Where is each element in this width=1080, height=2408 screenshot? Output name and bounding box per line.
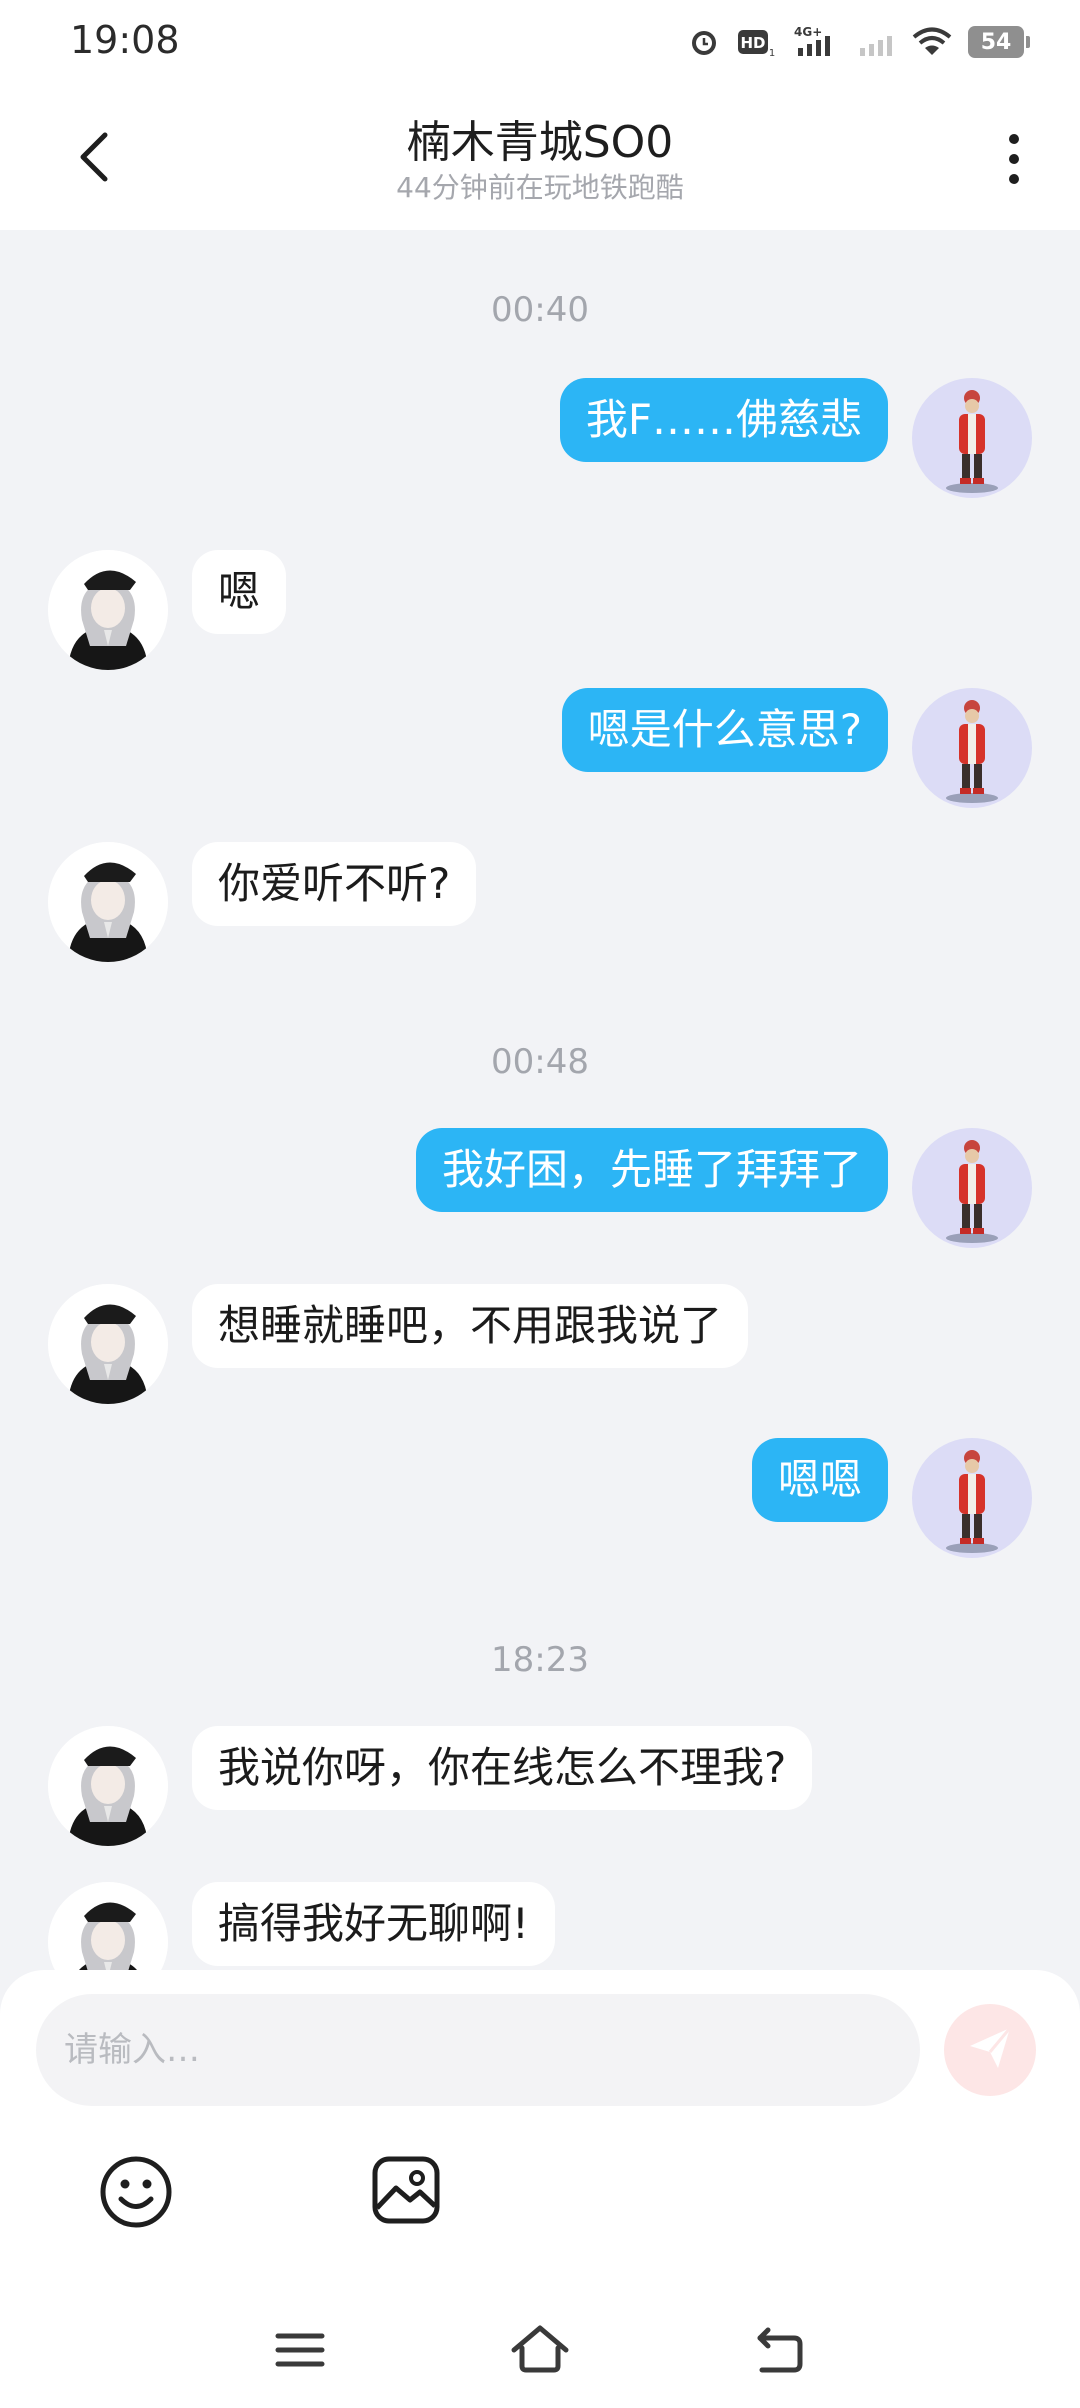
send-button[interactable] xyxy=(944,2004,1036,2096)
chat-message-list[interactable]: 00:40 我F……佛慈悲 嗯 嗯是什么意思? 你爱听不听? 00:48 我好困… xyxy=(0,230,1080,1970)
timestamp: 18:23 xyxy=(491,1640,589,1680)
nav-menu-button[interactable] xyxy=(268,2318,332,2382)
svg-text:4G+: 4G+ xyxy=(794,25,822,39)
contact-avatar[interactable] xyxy=(48,1882,168,1970)
more-vertical-icon xyxy=(1006,131,1022,191)
message-outgoing: 我好困，先睡了拜拜了 xyxy=(0,1128,1080,1248)
my-avatar[interactable] xyxy=(912,378,1032,498)
menu-icon xyxy=(268,2333,332,2386)
message-bubble[interactable]: 嗯是什么意思? xyxy=(561,688,888,772)
my-avatar[interactable] xyxy=(912,1438,1032,1558)
nav-home-button[interactable] xyxy=(508,2318,572,2382)
contact-avatar[interactable] xyxy=(48,550,168,670)
message-bubble[interactable]: 想睡就睡吧，不用跟我说了 xyxy=(192,1284,749,1368)
svg-text:HD: HD xyxy=(740,34,765,52)
my-avatar[interactable] xyxy=(912,1128,1032,1248)
back-return-icon xyxy=(748,2327,812,2386)
alarm-icon xyxy=(688,26,720,58)
wifi-icon xyxy=(912,26,952,58)
timestamp: 00:40 xyxy=(491,290,589,330)
timestamp: 00:48 xyxy=(491,1042,589,1082)
message-incoming: 我说你呀，你在线怎么不理我? xyxy=(0,1726,1080,1846)
message-outgoing: 我F……佛慈悲 xyxy=(0,378,1080,498)
message-bubble[interactable]: 搞得我好无聊啊! xyxy=(192,1882,555,1966)
send-icon xyxy=(964,2022,1016,2078)
message-outgoing: 嗯是什么意思? xyxy=(0,688,1080,808)
message-bubble[interactable]: 我F……佛慈悲 xyxy=(559,378,888,462)
message-outgoing: 嗯嗯 xyxy=(0,1438,1080,1558)
message-incoming: 嗯 xyxy=(0,550,1080,670)
image-button[interactable] xyxy=(370,2154,442,2226)
signal-weak-icon xyxy=(856,26,896,58)
message-bubble[interactable]: 我说你呀，你在线怎么不理我? xyxy=(192,1726,813,1810)
contact-name: 楠木青城SO0 xyxy=(406,117,674,168)
message-incoming: 你爱听不听? xyxy=(0,842,1080,962)
more-options-button[interactable] xyxy=(984,126,1044,196)
svg-text:1: 1 xyxy=(769,48,775,58)
message-input[interactable] xyxy=(36,1994,920,2106)
contact-avatar[interactable] xyxy=(48,842,168,962)
contact-avatar[interactable] xyxy=(48,1284,168,1404)
status-bar: 19:08 HD 1 4G+ 54 xyxy=(0,0,1080,84)
my-avatar[interactable] xyxy=(912,688,1032,808)
battery-indicator: 54 xyxy=(968,26,1030,58)
chat-header: 楠木青城SO0 44分钟前在玩地铁跑酷 xyxy=(0,84,1080,230)
message-bubble[interactable]: 你爱听不听? xyxy=(192,842,477,926)
signal-4g-icon: 4G+ xyxy=(792,24,840,60)
hd-icon: HD 1 xyxy=(736,26,776,58)
message-bubble[interactable]: 嗯嗯 xyxy=(751,1438,888,1522)
system-navigation-bar xyxy=(0,2296,1080,2408)
status-icons: HD 1 4G+ 54 xyxy=(688,20,1030,64)
contact-avatar[interactable] xyxy=(48,1726,168,1846)
message-incoming: 搞得我好无聊啊! xyxy=(0,1882,1080,1970)
home-icon xyxy=(508,2325,572,2386)
smiley-icon xyxy=(98,2156,174,2234)
contact-status: 44分钟前在玩地铁跑酷 xyxy=(396,171,684,204)
emoji-button[interactable] xyxy=(98,2154,174,2230)
nav-back-button[interactable] xyxy=(748,2318,812,2382)
message-incoming: 想睡就睡吧，不用跟我说了 xyxy=(0,1284,1080,1404)
message-bubble[interactable]: 嗯 xyxy=(192,550,287,634)
message-bubble[interactable]: 我好困，先睡了拜拜了 xyxy=(415,1128,888,1212)
image-icon xyxy=(370,2156,442,2230)
status-time: 19:08 xyxy=(70,18,180,62)
